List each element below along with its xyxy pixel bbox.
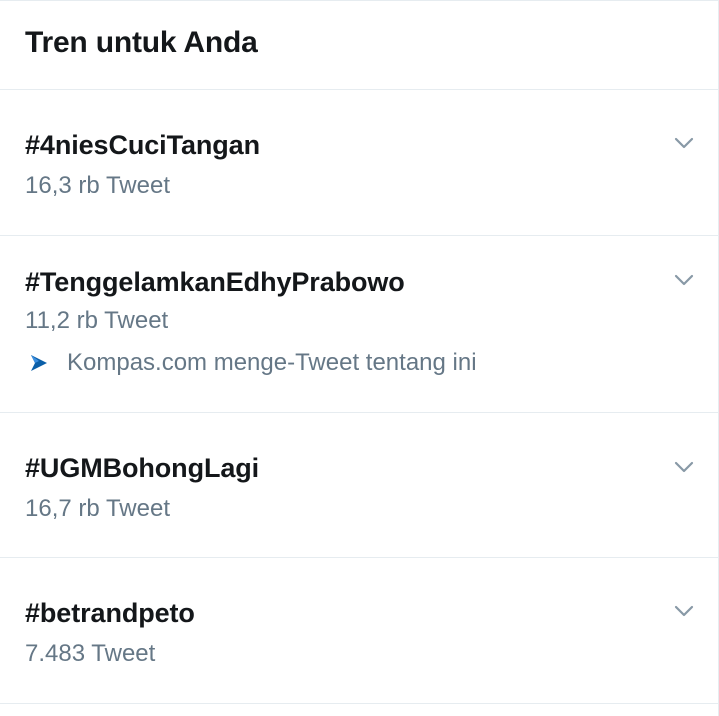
trends-panel: Tren untuk Anda #4niesCuciTangan 16,3 rb… — [0, 0, 719, 716]
chevron-down-icon[interactable] — [672, 268, 696, 292]
kompas-logo-icon — [28, 352, 50, 374]
trends-title: Tren untuk Anda — [25, 26, 258, 59]
trend-name[interactable]: #betrandpeto — [25, 598, 195, 629]
trend-tweet-count: 7.483 Tweet — [25, 640, 156, 667]
trend-item[interactable]: #TenggelamkanEdhyPrabowo 11,2 rb Tweet K… — [0, 236, 718, 413]
trend-name[interactable]: #TenggelamkanEdhyPrabowo — [25, 267, 405, 298]
trends-header: Tren untuk Anda — [0, 1, 718, 90]
trend-context-text: Kompas.com menge-Tweet tentang ini — [67, 349, 477, 376]
trend-item[interactable]: #UGMBohongLagi 16,7 rb Tweet — [0, 413, 718, 558]
trend-name[interactable]: #4niesCuciTangan — [25, 130, 260, 161]
chevron-down-icon[interactable] — [672, 131, 696, 155]
chevron-down-icon[interactable] — [672, 599, 696, 623]
trend-context[interactable]: Kompas.com menge-Tweet tentang ini — [28, 349, 477, 377]
trend-name[interactable]: #UGMBohongLagi — [25, 453, 259, 484]
chevron-down-icon[interactable] — [672, 455, 696, 479]
trend-tweet-count: 16,7 rb Tweet — [25, 495, 170, 522]
trend-tweet-count: 16,3 rb Tweet — [25, 172, 170, 199]
trend-item[interactable]: #4niesCuciTangan 16,3 rb Tweet — [0, 90, 718, 236]
trend-tweet-count: 11,2 rb Tweet — [25, 307, 169, 334]
trend-item[interactable]: #betrandpeto 7.483 Tweet — [0, 558, 718, 704]
